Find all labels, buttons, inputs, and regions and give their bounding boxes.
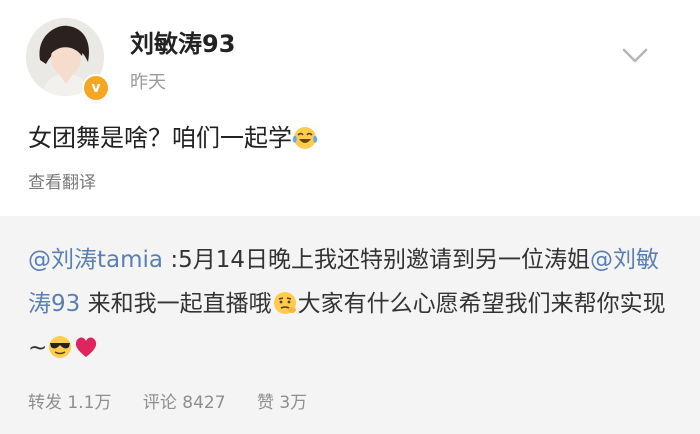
stats-bar: 转发 1.1万 评论 8427 赞 3万 xyxy=(28,388,333,413)
repost-label: 转发 xyxy=(28,393,62,413)
repost-stat[interactable]: 转发 1.1万 xyxy=(28,388,111,413)
verified-badge-icon: v xyxy=(82,74,110,102)
thinking-smirk-emoji-icon xyxy=(273,292,296,314)
comment-stat[interactable]: 评论 8427 xyxy=(143,388,226,413)
like-label: 赞 xyxy=(256,393,274,413)
chevron-down-icon[interactable] xyxy=(620,44,650,68)
post-header: v 刘敏涛93 昨天 xyxy=(0,0,700,110)
repost-text-part2: 来和我一起直播哦 xyxy=(80,291,272,317)
red-heart-emoji-icon xyxy=(76,337,97,357)
comment-label: 评论 xyxy=(142,393,177,413)
repost-count: 1.1万 xyxy=(67,393,112,413)
like-count: 3万 xyxy=(279,393,308,413)
post-text-body: 女团舞是啥？咱们一起学 xyxy=(28,124,292,152)
comment-count: 8427 xyxy=(182,393,226,413)
like-stat[interactable]: 赞 3万 xyxy=(257,388,307,413)
repost-text-part1: :5月14日晚上我还特别邀请到另一位涛姐 xyxy=(163,247,590,273)
translate-link[interactable]: 查看翻译 xyxy=(28,168,96,193)
repost-text: @刘涛tamia :5月14日晚上我还特别邀请到另一位涛姐@刘敏涛93 来和我一… xyxy=(28,238,678,370)
username[interactable]: 刘敏涛93 xyxy=(130,24,235,59)
sunglasses-emoji-icon xyxy=(49,336,72,358)
mention-author-link[interactable]: @刘涛tamia xyxy=(28,247,163,273)
repost-box[interactable]: @刘涛tamia :5月14日晚上我还特别邀请到另一位涛姐@刘敏涛93 来和我一… xyxy=(0,216,700,434)
laughing-tears-emoji-icon xyxy=(292,127,318,149)
post-text: 女团舞是啥？咱们一起学 xyxy=(28,118,318,153)
timestamp: 昨天 xyxy=(130,72,166,93)
